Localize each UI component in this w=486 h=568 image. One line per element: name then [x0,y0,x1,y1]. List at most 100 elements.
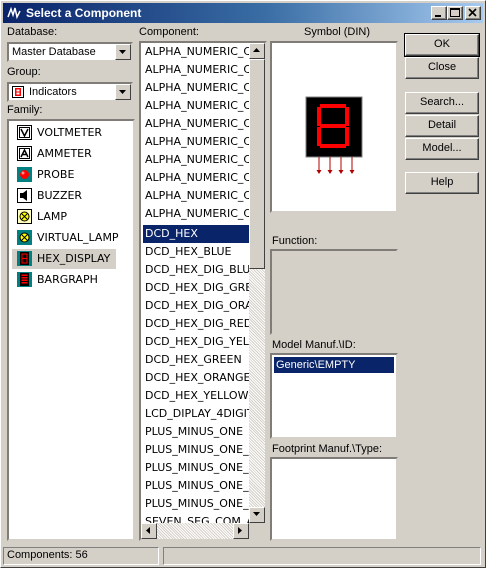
arrow-up-icon [253,48,260,52]
component-label: Component: [139,26,199,38]
scroll-corner [249,523,265,539]
maximize-icon [450,8,460,17]
group-value: Indicators [29,86,77,98]
model-manuf-list[interactable]: Generic\EMPTY [270,353,398,439]
component-item[interactable]: PLUS_MINUS_ONE_ [143,441,249,459]
model-manuf-label: Model Manuf.\ID: [272,339,356,351]
probe-icon [17,167,32,182]
family-item-label: BARGRAPH [37,273,98,286]
component-item[interactable]: DCD_HEX_DIG_GRE [143,279,249,297]
help-button[interactable]: Help [405,172,479,194]
buzzer-icon [17,188,32,203]
function-box [270,249,398,335]
component-item[interactable]: DCD_HEX_BLUE [143,243,249,261]
group-dropdown-button[interactable] [115,84,131,100]
family-item-probe[interactable]: PROBE [12,165,116,185]
family-item-label: VOLTMETER [37,126,103,139]
group-select[interactable]: Indicators [7,82,133,102]
component-item[interactable]: ALPHA_NUMERIC_C [143,187,249,205]
footprint-label: Footprint Manuf.\Type: [272,443,383,455]
close-button[interactable]: Close [405,57,479,79]
component-item[interactable]: PLUS_MINUS_ONE_ [143,477,249,495]
symbol-preview [270,41,398,213]
component-item[interactable]: DCD_HEX_DIG_ORA [143,297,249,315]
component-item[interactable]: ALPHA_NUMERIC_C [143,97,249,115]
family-item-label: LAMP [37,210,68,223]
component-item[interactable]: DCD_HEX_ORANGE [143,369,249,387]
minimize-icon [435,15,441,17]
arrow-left-icon [146,527,150,534]
component-item[interactable]: PLUS_MINUS_ONE_ [143,459,249,477]
scroll-thumb[interactable] [249,59,265,269]
component-item[interactable]: DCD_HEX_GREEN [143,351,249,369]
component-item[interactable]: ALPHA_NUMERIC_C [143,169,249,187]
lamp-icon [17,209,32,224]
scroll-down-button[interactable] [249,507,265,523]
symbol-label: Symbol (DIN) [304,26,371,38]
family-item-virtual-lamp[interactable]: VIRTUAL_LAMP [12,228,119,248]
family-item-voltmeter[interactable]: VOLTMETER [12,123,116,143]
model-manuf-item-selected[interactable]: Generic\EMPTY [274,357,394,373]
component-item-selected[interactable]: DCD_HEX [143,225,249,243]
components-count: Components: 56 [3,547,159,565]
title-bar[interactable]: Select a Component [3,3,483,23]
database-value: Master Database [12,46,96,58]
component-hscrollbar[interactable] [141,523,249,539]
family-item-buzzer[interactable]: BUZZER [12,186,116,206]
indicators-icon [12,86,24,98]
component-vscrollbar[interactable] [249,43,265,523]
chevron-down-icon [119,50,126,54]
status-pane-empty [163,547,481,565]
function-label: Function: [272,235,318,247]
close-window-button[interactable] [465,6,481,20]
component-item[interactable]: ALPHA_NUMERIC_C [143,115,249,133]
family-item-label: BUZZER [37,189,83,202]
component-item[interactable]: ALPHA_NUMERIC_C [143,79,249,97]
family-item-label: AMMETER [37,147,92,160]
detail-report-button[interactable]: Detail Report... [405,115,479,150]
scroll-up-button[interactable] [249,43,265,59]
maximize-button[interactable] [447,6,463,20]
chevron-down-icon [119,90,126,94]
family-item-ammeter[interactable]: AMMETER [12,144,116,164]
family-item-label: VIRTUAL_LAMP [37,231,119,244]
component-item[interactable]: DCD_HEX_DIG_BLUE [143,261,249,279]
family-item-bargraph[interactable]: BARGRAPH [12,270,116,290]
component-item[interactable]: ALPHA_NUMERIC_C [143,205,249,223]
family-item-label: PROBE [37,168,75,181]
component-item[interactable]: DCD_HEX_DIG_RED [143,315,249,333]
component-item[interactable]: ALPHA_NUMERIC_C [143,61,249,79]
family-list[interactable]: VOLTMETER AMMETER PROBE BUZZER LAMP VIRT… [7,119,135,541]
database-dropdown-button[interactable] [115,44,131,60]
group-label: Group: [7,66,41,78]
component-item[interactable]: PLUS_MINUS_ONE_ [143,495,249,513]
minimize-button[interactable] [431,6,447,20]
footprint-list[interactable] [270,457,398,541]
arrow-down-icon [253,512,260,516]
model-button[interactable]: Model... [405,138,479,160]
status-bar: Components: 56 [3,545,483,565]
virtual-lamp-icon [17,230,32,245]
component-list[interactable]: ALPHA_NUMERIC_C ALPHA_NUMERIC_C ALPHA_NU… [139,41,267,541]
search-button[interactable]: Search... [405,92,479,114]
voltmeter-icon [17,125,32,140]
component-item[interactable]: LCD_DIPLAY_4DIGIT [143,405,249,423]
component-item[interactable]: DCD_HEX_DIG_YELL [143,333,249,351]
ok-button[interactable]: OK [404,33,480,57]
family-item-lamp[interactable]: LAMP [12,207,116,227]
family-item-hex-display[interactable]: HEX_DISPLAY [12,249,116,269]
scroll-left-button[interactable] [141,523,157,539]
component-item[interactable]: DCD_HEX_YELLOW [143,387,249,405]
family-label: Family: [7,104,43,116]
window-title: Select a Component [26,6,142,20]
ammeter-icon [17,146,32,161]
hex-display-symbol-icon [305,96,363,174]
component-item[interactable]: ALPHA_NUMERIC_C [143,133,249,151]
component-item[interactable]: ALPHA_NUMERIC_C [143,151,249,169]
component-item[interactable]: PLUS_MINUS_ONE [143,423,249,441]
scroll-right-button[interactable] [233,523,249,539]
database-select[interactable]: Master Database [7,42,133,62]
hex-display-icon [17,251,32,266]
component-item[interactable]: ALPHA_NUMERIC_C [143,43,249,61]
database-label: Database: [7,26,58,38]
